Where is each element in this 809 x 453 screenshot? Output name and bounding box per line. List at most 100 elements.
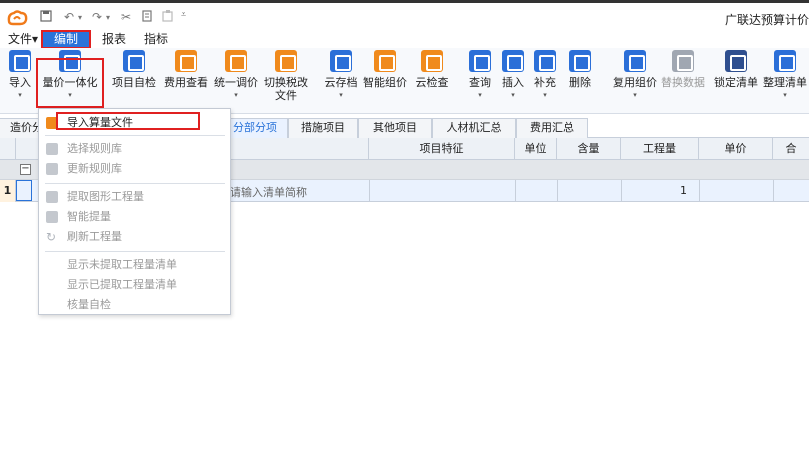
trash-icon xyxy=(569,50,591,72)
fee-view-icon xyxy=(175,50,197,72)
menu-item-label: 智能提量 xyxy=(67,210,111,223)
menu-item-select-rule-lib[interactable]: 选择规则库 xyxy=(39,139,230,159)
cloud-check-icon xyxy=(421,50,443,72)
app-logo-icon xyxy=(7,10,28,26)
insert-label: 插入 xyxy=(502,76,524,89)
cloud-upload-icon xyxy=(330,50,352,72)
menu-item-show-unextracted[interactable]: 显示未提取工程量清单 xyxy=(39,255,230,275)
qty-price-highlight-box xyxy=(36,58,104,108)
menu-bar: 文件▾ 编制 报表 指标 xyxy=(0,30,809,49)
organize-list-label: 整理清单 xyxy=(763,76,807,89)
tab-labor-material[interactable]: 人材机汇总 xyxy=(432,118,516,138)
undo-icon[interactable]: ↶ xyxy=(64,10,74,24)
menu-item-smart-qty[interactable]: 智能提量 xyxy=(39,207,230,227)
collapse-icon[interactable]: − xyxy=(20,164,31,175)
title-bar: ↶ ▾ ↷ ▾ ✂ ⩡ 广联达预算计价 xyxy=(0,0,809,30)
import-button[interactable]: 导入 ▾ xyxy=(6,50,34,99)
menu-item-refresh-qty[interactable]: ↻ 刷新工程量 xyxy=(39,227,230,247)
unify-price-icon xyxy=(225,50,247,72)
cloud-save-button[interactable]: 云存档 ▾ xyxy=(322,50,360,99)
redo-dropdown-icon[interactable]: ▾ xyxy=(106,13,110,22)
menu-item-qty-self-check[interactable]: 核量自检 xyxy=(39,295,230,315)
header-feature[interactable]: 项目特征 xyxy=(369,138,515,160)
menu-indicator[interactable]: 指标 xyxy=(138,31,174,48)
menu-file-label: 文件 xyxy=(8,32,33,46)
header-content[interactable]: 含量 xyxy=(557,138,621,160)
switch-tax-label: 切换税改 xyxy=(264,76,308,89)
menu-file[interactable]: 文件▾ xyxy=(2,31,44,48)
chevron-down-icon: ▾ xyxy=(543,91,547,99)
smart-price-button[interactable]: 智能组价 xyxy=(362,50,408,89)
replace-data-icon xyxy=(672,50,694,72)
paste-icon[interactable] xyxy=(162,10,174,25)
ribbon-toolbar: 导入 ▾ 量价一体化 ▾ 项目自检 费用查看 统一调价 ▾ 切换税改 文件 云存… xyxy=(0,48,809,114)
chevron-down-icon: ▾ xyxy=(18,91,22,99)
redo-icon[interactable]: ↷ xyxy=(92,10,102,24)
cloud-save-label: 云存档 xyxy=(324,76,358,89)
query-icon xyxy=(469,50,491,72)
extract-qty-icon xyxy=(46,191,58,203)
query-button[interactable]: 查询 ▾ xyxy=(466,50,494,99)
row-selector[interactable] xyxy=(16,180,32,201)
menu-item-label: 刷新工程量 xyxy=(67,230,122,243)
menu-item-update-rule-lib[interactable]: 更新规则库 xyxy=(39,159,230,179)
menu-report[interactable]: 报表 xyxy=(96,31,132,48)
import-label: 导入 xyxy=(9,76,31,89)
cloud-check-button[interactable]: 云检查 xyxy=(412,50,452,89)
supplement-button[interactable]: 补充 ▾ xyxy=(532,50,558,99)
save-icon[interactable] xyxy=(40,10,52,25)
self-check-label: 项目自检 xyxy=(112,76,156,89)
reuse-price-label: 复用组价 xyxy=(613,76,657,89)
row-number: 1 xyxy=(0,180,16,202)
unify-price-button[interactable]: 统一调价 ▾ xyxy=(212,50,260,99)
grid-divider xyxy=(369,180,370,202)
organize-list-icon xyxy=(774,50,796,72)
insert-button[interactable]: 插入 ▾ xyxy=(500,50,526,99)
undo-dropdown-icon[interactable]: ▾ xyxy=(78,13,82,22)
row-name-cell[interactable]: 请输入清单简称 xyxy=(230,184,307,200)
self-check-button[interactable]: 项目自检 xyxy=(110,50,158,89)
app-title: 广联达预算计价 xyxy=(724,13,809,27)
header-unit[interactable]: 单位 xyxy=(515,138,557,160)
copy-icon[interactable] xyxy=(142,10,153,25)
lock-list-button[interactable]: 锁定清单 xyxy=(712,50,760,89)
header-total[interactable]: 合 xyxy=(773,138,809,160)
grid-divider xyxy=(557,180,558,202)
self-check-icon xyxy=(123,50,145,72)
row-qty-cell[interactable]: 1 xyxy=(680,184,687,197)
import-icon xyxy=(9,50,31,72)
header-unit-price[interactable]: 单价 xyxy=(699,138,773,160)
grid-divider xyxy=(699,180,700,202)
chevron-down-icon: ▾ xyxy=(234,91,238,99)
tab-sub-items[interactable]: 分部分项 xyxy=(222,118,288,138)
cloud-check-label: 云检查 xyxy=(415,76,449,89)
replace-data-button[interactable]: 替换数据 xyxy=(660,50,706,89)
switch-tax-icon xyxy=(275,50,297,72)
menu-item-label: 选择规则库 xyxy=(67,142,122,155)
query-label: 查询 xyxy=(469,76,491,89)
grid-divider xyxy=(773,180,774,202)
menu-item-extract-graphic-qty[interactable]: 提取图形工程量 xyxy=(39,187,230,207)
menu-item-label: 显示已提取工程量清单 xyxy=(67,278,177,291)
menu-item-label: 显示未提取工程量清单 xyxy=(67,258,177,271)
menu-item-show-extracted[interactable]: 显示已提取工程量清单 xyxy=(39,275,230,295)
tab-fee-summary[interactable]: 费用汇总 xyxy=(516,118,588,138)
tab-others[interactable]: 其他项目 xyxy=(358,118,432,138)
organize-list-button[interactable]: 整理清单 ▾ xyxy=(762,50,808,99)
reuse-price-button[interactable]: 复用组价 ▾ xyxy=(612,50,658,99)
header-qty[interactable]: 工程量 xyxy=(621,138,699,160)
smart-price-label: 智能组价 xyxy=(363,76,407,89)
chevron-down-icon: ▾ xyxy=(32,32,39,46)
menu-edit[interactable]: 编制 xyxy=(41,30,91,49)
switch-tax-button[interactable]: 切换税改 文件 xyxy=(262,50,310,102)
tab-measures[interactable]: 措施项目 xyxy=(288,118,358,138)
cut-icon[interactable]: ✂ xyxy=(121,10,131,24)
delete-button[interactable]: 删除 xyxy=(566,50,594,89)
smart-qty-icon xyxy=(46,211,58,223)
grid-divider xyxy=(621,180,622,202)
customize-quick-access-icon[interactable]: ⩡ xyxy=(181,10,186,20)
chevron-down-icon: ▾ xyxy=(783,91,787,99)
chevron-down-icon: ▾ xyxy=(339,91,343,99)
reuse-price-icon xyxy=(624,50,646,72)
fee-view-button[interactable]: 费用查看 xyxy=(162,50,210,89)
